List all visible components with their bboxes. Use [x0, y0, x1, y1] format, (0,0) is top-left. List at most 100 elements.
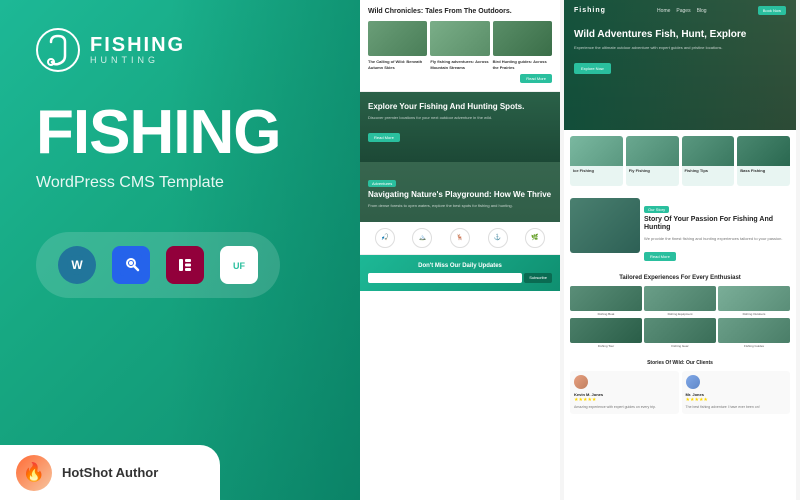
card-label-3: Fishing Tips: [682, 166, 735, 175]
client-text-2: The best fishing adventure I have ever b…: [686, 405, 787, 410]
testimonials-title: Stories Of Wild: Our Clients: [570, 360, 790, 366]
nav-home[interactable]: Home: [657, 8, 670, 14]
client-text-1: Amazing experience with expert guides on…: [574, 405, 675, 410]
logo-hunting: HUNTING: [90, 55, 185, 65]
blog-card-title-1: The Calling of Wild: Beneath Autumn Skie…: [368, 59, 427, 69]
mockup-left: Wild Chronicles: Tales From The Outdoors…: [360, 0, 560, 500]
logo-area: FISHING HUNTING: [36, 28, 324, 72]
newsletter-form: Subscribe: [368, 273, 552, 283]
grid-item-5: Fishing Gear: [644, 318, 716, 348]
nav-blog[interactable]: Blog: [697, 8, 707, 14]
tech-icons-row: W UF: [36, 232, 280, 298]
blog-readmore-btn[interactable]: Read More: [520, 74, 552, 83]
nature-desc: From dense forests to open waters, explo…: [368, 203, 552, 209]
explore-section: Explore Your Fishing And Hunting Spots. …: [360, 92, 560, 162]
blog-cards: The Calling of Wild: Beneath Autumn Skie…: [368, 21, 552, 69]
grid-item-3: Fishing Outdoors: [718, 286, 790, 316]
nature-tag: Adventures: [368, 180, 396, 187]
right-panel: Wild Chronicles: Tales From The Outdoors…: [360, 0, 800, 500]
testimonials-cards: Kevin M. Jones ★★★★★ Amazing experience …: [570, 371, 790, 414]
query-icon: [112, 246, 150, 284]
client-stars-2: ★★★★★: [686, 397, 787, 403]
story-desc: We provide the finest fishing and huntin…: [644, 236, 790, 242]
card-img-1: [570, 136, 623, 166]
card-bass-fishing: Bass Fishing: [737, 136, 790, 186]
newsletter-input[interactable]: [368, 273, 522, 283]
grid-label-1: Fishing Boat: [570, 312, 642, 316]
explore-btn[interactable]: Read More: [368, 133, 400, 142]
nature-title: Navigating Nature's Playground: How We T…: [368, 190, 552, 200]
card-fishing-tips: Fishing Tips: [682, 136, 735, 186]
testimonials-section: Stories Of Wild: Our Clients Kevin M. Jo…: [564, 354, 796, 420]
partner-icon-1: 🎣: [375, 228, 395, 248]
partner-icon-5: 🌿: [525, 228, 545, 248]
hero-desc: Experience the ultimate outdoor adventur…: [574, 45, 786, 51]
blog-card-img-2: [430, 21, 489, 56]
logo-text: FISHING HUNTING: [90, 35, 185, 65]
hero-explore-btn[interactable]: Explore Now: [574, 63, 611, 74]
fishing-hook-icon: [36, 28, 80, 72]
main-title: FISHING: [36, 102, 324, 164]
grid-item-4: Fishing Tour: [570, 318, 642, 348]
client-avatar-1: [574, 375, 588, 389]
author-avatar: 🔥: [16, 455, 52, 491]
card-ice-fishing: Ice Fishing: [570, 136, 623, 186]
author-bar: 🔥 HotShot Author: [0, 445, 220, 500]
client-avatar-2: [686, 375, 700, 389]
mockup-right: Fishing Home Pages Blog Book Now Wild Ad…: [564, 0, 796, 500]
story-section: Our Story Story Of Your Passion For Fish…: [564, 192, 796, 269]
card-fly-fishing: Fly Fishing: [626, 136, 679, 186]
blog-card-title-3: Bird Hunting guides: Across the Prairies: [493, 59, 552, 69]
blog-section-title: Wild Chronicles: Tales From The Outdoors…: [368, 8, 552, 16]
grid-item-2: Fishing Equipment: [644, 286, 716, 316]
grid-item-6: Fishing Guides: [718, 318, 790, 348]
blog-card-3: Bird Hunting guides: Across the Prairies: [493, 21, 552, 69]
newsletter-btn[interactable]: Subscribe: [524, 273, 552, 283]
author-name: HotShot Author: [62, 465, 158, 480]
grid-img-3: [718, 286, 790, 311]
grid-label-2: Fishing Equipment: [644, 312, 716, 316]
hero-nav: Fishing Home Pages Blog Book Now: [564, 0, 796, 21]
blog-card-img-3: [493, 21, 552, 56]
blog-card-title-2: Fly fishing adventures: Across Mountain …: [430, 59, 489, 69]
hero-content: Wild Adventures Fish, Hunt, Explore Expe…: [564, 21, 796, 83]
grid-item-1: Fishing Boat: [570, 286, 642, 316]
wordpress-icon: W: [58, 246, 96, 284]
grid-img-2: [644, 286, 716, 311]
blog-section: Wild Chronicles: Tales From The Outdoors…: [360, 0, 560, 92]
grid-title: Tailored Experiences For Every Enthusias…: [570, 275, 790, 281]
grid-img-5: [644, 318, 716, 343]
grid-label-6: Fishing Guides: [718, 344, 790, 348]
hero-section: Fishing Home Pages Blog Book Now Wild Ad…: [564, 0, 796, 130]
hero-logo: Fishing: [574, 7, 606, 14]
grid-img-6: [718, 318, 790, 343]
nature-section: Adventures Navigating Nature's Playgroun…: [360, 162, 560, 222]
svg-text:W: W: [71, 258, 83, 272]
story-image: [570, 198, 640, 253]
experience-grid: Fishing Boat Fishing Equipment Fishing O…: [570, 286, 790, 348]
nav-pages[interactable]: Pages: [676, 8, 690, 14]
story-btn[interactable]: Read More: [644, 252, 676, 261]
blog-card-img-1: [368, 21, 427, 56]
card-label-1: Ice Fishing: [570, 166, 623, 175]
activity-cards: Ice Fishing Fly Fishing Fishing Tips Bas…: [564, 130, 796, 192]
newsletter-title: Don't Miss Our Daily Updates: [368, 263, 552, 269]
left-panel: FISHING HUNTING FISHING WordPress CMS Te…: [0, 0, 360, 500]
hero-title: Wild Adventures Fish, Hunt, Explore: [574, 29, 786, 41]
grid-img-4: [570, 318, 642, 343]
hero-cta-btn[interactable]: Book Now: [758, 6, 786, 15]
explore-title: Explore Your Fishing And Hunting Spots.: [368, 102, 552, 112]
elementor-icon: [166, 246, 204, 284]
hero-nav-links: Home Pages Blog: [657, 8, 707, 14]
blog-card-1: The Calling of Wild: Beneath Autumn Skie…: [368, 21, 427, 69]
newsletter-section: Don't Miss Our Daily Updates Subscribe: [360, 255, 560, 291]
card-img-2: [626, 136, 679, 166]
story-tag: Our Story: [644, 206, 669, 213]
grid-img-1: [570, 286, 642, 311]
grid-section: Tailored Experiences For Every Enthusias…: [564, 269, 796, 354]
story-content: Our Story Story Of Your Passion For Fish…: [644, 198, 790, 263]
testimonial-2: Mr. Jones ★★★★★ The best fishing adventu…: [682, 371, 791, 414]
uf-icon: UF: [220, 246, 258, 284]
partner-icon-2: 🏔️: [412, 228, 432, 248]
card-label-2: Fly Fishing: [626, 166, 679, 175]
